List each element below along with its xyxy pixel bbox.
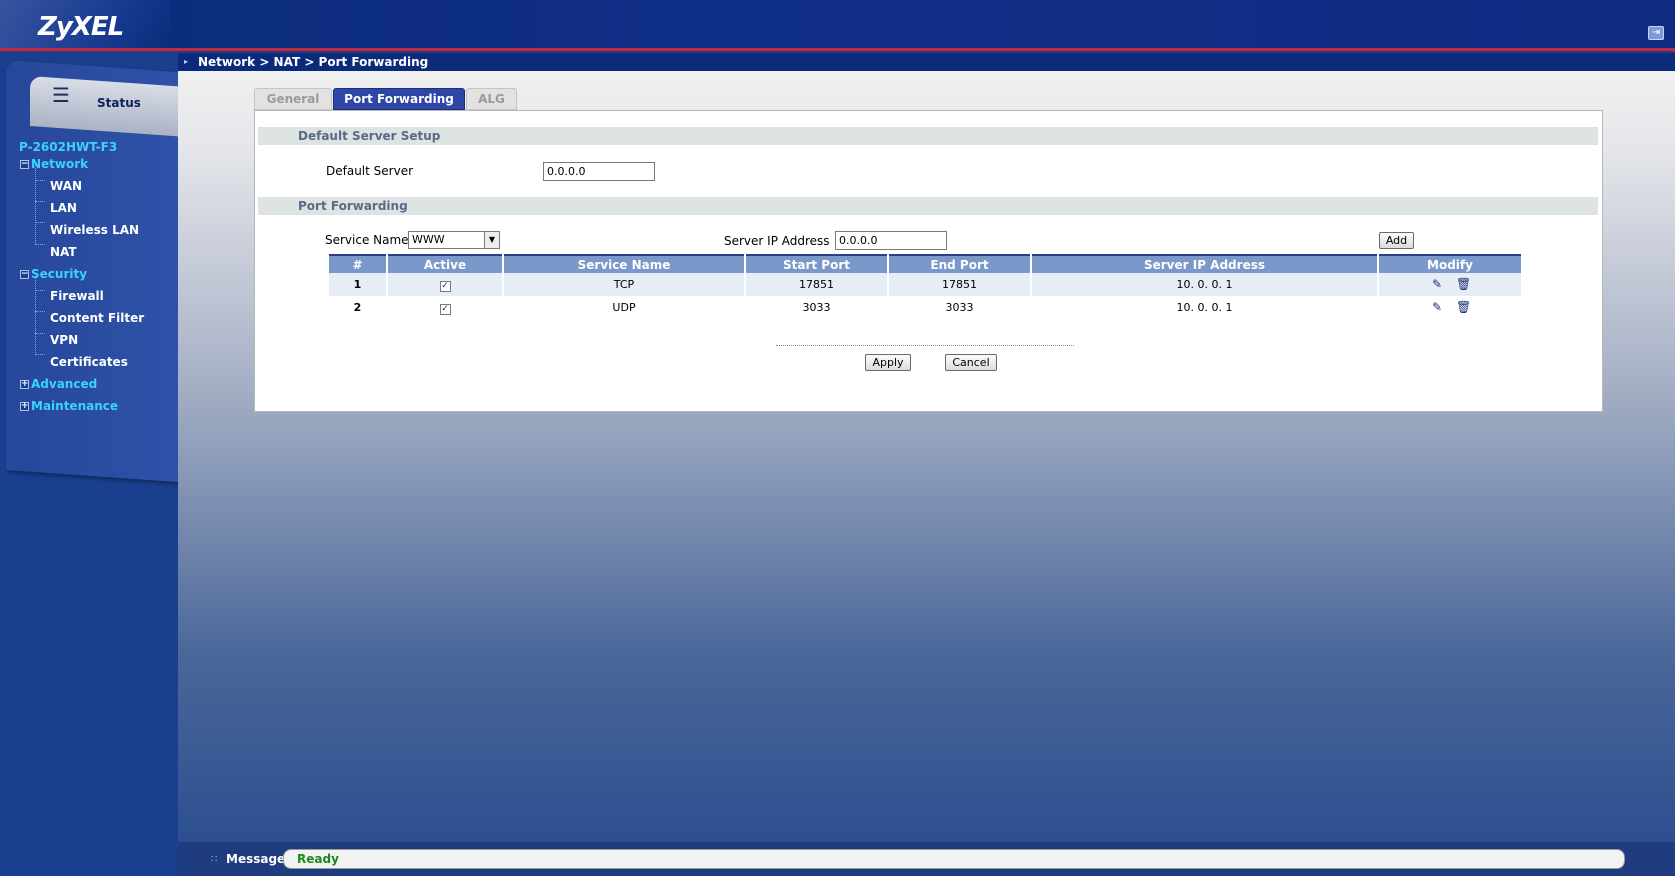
tab-port-forwarding[interactable]: Port Forwarding <box>333 88 465 110</box>
message-dots-icon: ∷ <box>211 854 218 865</box>
tree-branch <box>35 201 45 202</box>
sidebar-group-maintenance[interactable]: + Maintenance <box>20 399 118 413</box>
column-header-server-ip: Server IP Address <box>1032 254 1377 273</box>
active-checkbox[interactable]: ✓ <box>439 280 451 292</box>
server-ip-input[interactable]: 0.0.0.0 <box>835 231 947 250</box>
row-server-ip: 10. 0. 0. 1 <box>1032 296 1377 319</box>
row-index: 1 <box>329 273 386 296</box>
trash-icon[interactable]: 🗑 <box>1456 278 1471 291</box>
breadcrumb: ▸ Network > NAT > Port Forwarding <box>178 53 1675 71</box>
section-default-server-setup: Default Server Setup <box>258 127 1598 145</box>
chevron-down-icon[interactable]: ▼ <box>484 232 499 248</box>
column-header-active: Active <box>388 254 502 273</box>
section-port-forwarding: Port Forwarding <box>258 197 1598 215</box>
port-forwarding-table: # Active Service Name Start Port End Por… <box>327 254 1523 319</box>
tree-branch <box>35 290 45 291</box>
row-start-port: 3033 <box>746 296 887 319</box>
sidebar-group-advanced[interactable]: + Advanced <box>20 377 97 391</box>
router-icon[interactable]: ☰ <box>52 85 82 105</box>
device-name: P-2602HWT-F3 <box>19 140 118 154</box>
row-active[interactable]: ✓ <box>388 296 502 319</box>
edit-icon[interactable]: ✎ <box>1430 301 1444 314</box>
tab-alg[interactable]: ALG <box>466 88 517 110</box>
service-name-label: Service Name <box>325 233 409 247</box>
expand-icon[interactable]: + <box>20 402 29 411</box>
edit-icon[interactable]: ✎ <box>1430 278 1444 291</box>
table-row: 2 ✓ UDP 3033 3033 10. 0. 0. 1 ✎ 🗑 <box>329 296 1521 319</box>
tree-branch <box>35 354 45 355</box>
sidebar-group-network[interactable]: − Network <box>20 157 88 171</box>
collapse-icon[interactable]: − <box>20 160 29 169</box>
sidebar-group-label[interactable]: Network <box>31 157 88 171</box>
tree-branch <box>35 311 45 312</box>
sidebar-group-label[interactable]: Maintenance <box>31 399 118 413</box>
table-header-row: # Active Service Name Start Port End Por… <box>329 254 1521 273</box>
breadcrumb-arrow-icon: ▸ <box>184 57 189 66</box>
service-name-select[interactable]: WWW ▼ <box>408 231 500 249</box>
expand-icon[interactable]: + <box>20 380 29 389</box>
tree-line-security <box>35 273 36 355</box>
sidebar-item-lan[interactable]: LAN <box>50 201 77 215</box>
trash-icon[interactable]: 🗑 <box>1456 301 1471 314</box>
row-index: 2 <box>329 296 386 319</box>
sidebar-item-wireless-lan[interactable]: Wireless LAN <box>50 223 139 237</box>
sidebar-group-label[interactable]: Advanced <box>31 377 97 391</box>
row-service-name: TCP <box>504 273 744 296</box>
zyxel-logo: ZyXEL <box>38 12 124 42</box>
table-row: 1 ✓ TCP 17851 17851 10. 0. 0. 1 ✎ 🗑 <box>329 273 1521 296</box>
breadcrumb-text: Network > NAT > Port Forwarding <box>198 55 429 69</box>
sidebar-group-security[interactable]: − Security <box>20 267 87 281</box>
server-ip-label: Server IP Address <box>724 234 830 248</box>
sidebar-item-certificates[interactable]: Certificates <box>50 355 128 369</box>
column-header-index: # <box>329 254 386 273</box>
collapse-icon[interactable]: − <box>20 270 29 279</box>
row-start-port: 17851 <box>746 273 887 296</box>
add-button[interactable]: Add <box>1379 232 1414 249</box>
tab-general[interactable]: General <box>254 88 332 110</box>
tree-branch <box>35 180 45 181</box>
status-tab-label[interactable]: Status <box>97 96 141 110</box>
sidebar-item-wan[interactable]: WAN <box>50 179 82 193</box>
row-end-port: 17851 <box>889 273 1030 296</box>
row-modify: ✎ 🗑 <box>1379 296 1521 319</box>
column-header-start-port: Start Port <box>746 254 887 273</box>
row-end-port: 3033 <box>889 296 1030 319</box>
default-server-label: Default Server <box>326 164 414 178</box>
message-field: Ready <box>283 849 1625 869</box>
tree-line-network <box>35 163 36 245</box>
tree-branch <box>35 222 45 223</box>
apply-button[interactable]: Apply <box>865 354 911 371</box>
active-checkbox[interactable]: ✓ <box>439 303 451 315</box>
header-divider <box>0 48 1675 51</box>
service-name-value: WWW <box>412 233 445 246</box>
tree-branch <box>35 244 45 245</box>
logout-icon[interactable]: ⇥ <box>1648 26 1664 40</box>
sidebar-item-content-filter[interactable]: Content Filter <box>50 311 144 325</box>
tree-branch <box>35 333 45 334</box>
row-modify: ✎ 🗑 <box>1379 273 1521 296</box>
row-server-ip: 10. 0. 0. 1 <box>1032 273 1377 296</box>
buttons-divider <box>776 345 1074 346</box>
sidebar-item-nat[interactable]: NAT <box>50 245 77 259</box>
default-server-input[interactable]: 0.0.0.0 <box>543 162 655 181</box>
sidebar-item-vpn[interactable]: VPN <box>50 333 78 347</box>
column-header-service-name: Service Name <box>504 254 744 273</box>
column-header-end-port: End Port <box>889 254 1030 273</box>
sidebar-item-firewall[interactable]: Firewall <box>50 289 104 303</box>
row-service-name: UDP <box>504 296 744 319</box>
column-header-modify: Modify <box>1379 254 1521 273</box>
header-bar: ZyXEL ⇥ <box>0 0 1675 51</box>
row-active[interactable]: ✓ <box>388 273 502 296</box>
cancel-button[interactable]: Cancel <box>945 354 997 371</box>
sidebar-group-label[interactable]: Security <box>31 267 87 281</box>
message-label: Message <box>226 852 286 866</box>
